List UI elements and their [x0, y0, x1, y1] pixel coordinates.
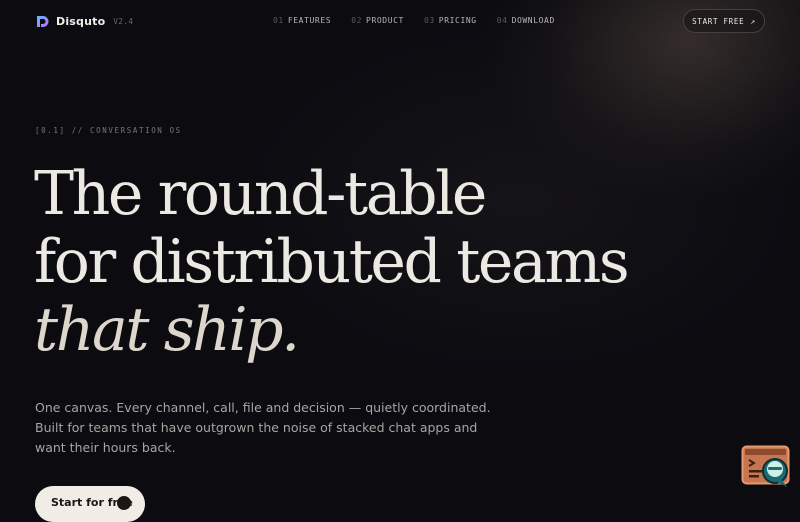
hero-headline: The round-table for distributed teams th… [34, 159, 630, 365]
headline-line-2: for distributed teams [34, 227, 630, 297]
arrow-up-right-icon: ↗ [750, 16, 756, 26]
nav-item-number: 01 [273, 16, 284, 25]
nav-item-label: PRODUCT [366, 16, 404, 25]
nav-item-number: 03 [423, 16, 435, 25]
nav-item-features[interactable]: 01 FEATURES [273, 16, 331, 25]
start-for-free-button[interactable]: Start for free [35, 486, 145, 522]
top-navigation: Disquto V2.4 01 FEATURES 02 PRODUCT 03 P… [0, 0, 800, 42]
main-menu: 01 FEATURES 02 PRODUCT 03 PRICING 04 DOW… [273, 16, 575, 25]
nav-item-pricing[interactable]: 03 PRICING [424, 16, 477, 25]
hero-eyebrow: [0.1] // CONVERSATION OS [35, 126, 182, 135]
start-free-label: START FREE [692, 16, 745, 26]
start-free-button[interactable]: START FREE ↗ [683, 9, 765, 33]
headline-line-3: that ship. [34, 295, 300, 365]
chat-assistant-icon [741, 445, 790, 487]
chat-assistant-widget[interactable] [741, 445, 791, 490]
nav-item-product[interactable]: 02 PRODUCT [351, 16, 404, 25]
nav-item-label: PRICING [438, 16, 477, 25]
nav-item-download[interactable]: 04 DOWNLOAD [497, 16, 555, 25]
brand-name: Disquto [56, 14, 106, 28]
nav-item-number: 02 [351, 16, 363, 25]
brand[interactable]: Disquto V2.4 [36, 13, 133, 29]
brand-version: V2.4 [113, 16, 134, 26]
nav-item-number: 04 [496, 16, 508, 25]
disquto-logo-icon [37, 15, 49, 27]
nav-item-label: DOWNLOAD [511, 16, 555, 25]
hero-subtext: One canvas. Every channel, call, file an… [35, 400, 491, 455]
arrow-circle-icon [117, 496, 131, 510]
nav-item-label: FEATURES [287, 16, 332, 25]
headline-line-1: The round-table [34, 159, 487, 229]
